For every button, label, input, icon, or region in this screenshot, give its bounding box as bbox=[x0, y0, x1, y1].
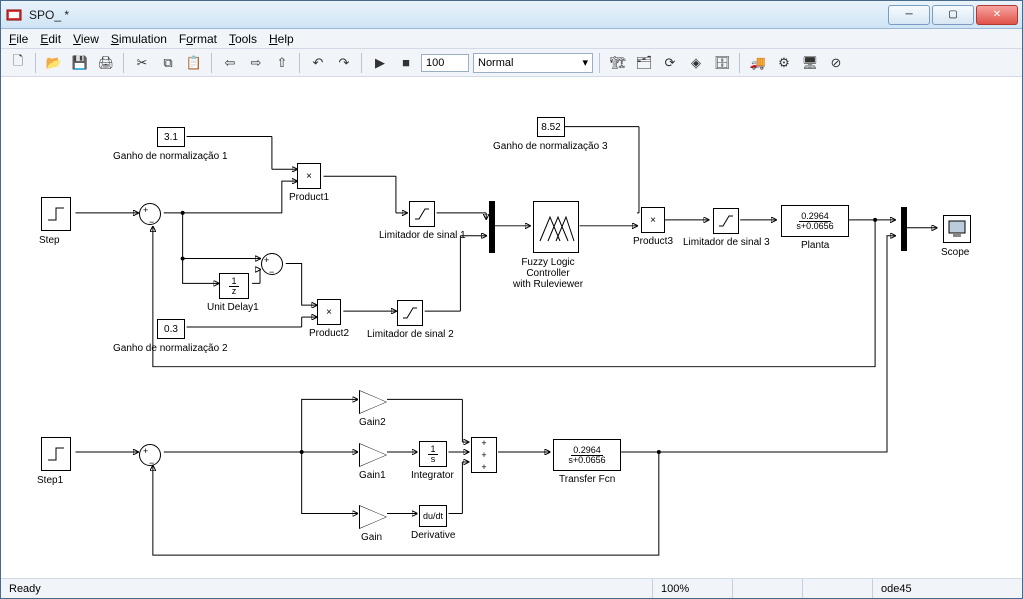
tf-block[interactable]: 0.2964s+0.0656 bbox=[553, 439, 621, 471]
model-icon[interactable]: ◈ bbox=[685, 52, 707, 74]
gn3-label: Ganho de normalização 3 bbox=[493, 141, 608, 152]
status-solver: ode45 bbox=[872, 579, 1022, 598]
integrator-block[interactable]: 1s bbox=[419, 441, 447, 467]
lim1-block[interactable] bbox=[409, 201, 435, 227]
status-empty2 bbox=[802, 579, 872, 598]
menu-edit[interactable]: Edit bbox=[40, 32, 61, 46]
mux1-block[interactable] bbox=[489, 201, 495, 253]
integrator-label: Integrator bbox=[411, 470, 454, 481]
cut-icon[interactable]: ✂ bbox=[131, 52, 153, 74]
product2-block[interactable]: × bbox=[317, 299, 341, 325]
gn1-label: Ganho de normalização 1 bbox=[113, 151, 228, 162]
product2-label: Product2 bbox=[309, 328, 349, 339]
app-window: SPO_ * ─ ▢ ✕ File Edit View Simulation F… bbox=[0, 0, 1023, 599]
product1-block[interactable]: × bbox=[297, 163, 321, 189]
simulation-mode-value: Normal bbox=[478, 57, 513, 69]
tf-label: Transfer Fcn bbox=[559, 474, 615, 485]
step1-block[interactable] bbox=[41, 437, 71, 471]
menu-simulation[interactable]: Simulation bbox=[111, 32, 167, 46]
mux2-block[interactable] bbox=[901, 207, 907, 251]
product3-block[interactable]: × bbox=[641, 207, 665, 233]
app-icon bbox=[5, 6, 23, 24]
gn2-const[interactable]: 0.3 bbox=[157, 319, 185, 339]
menu-tools[interactable]: Tools bbox=[229, 32, 257, 46]
sumpid-block[interactable]: +++ bbox=[471, 437, 497, 473]
lim3-block[interactable] bbox=[713, 208, 739, 234]
chevron-down-icon: ▾ bbox=[582, 56, 588, 69]
lim2-label: Limitador de sinal 2 bbox=[367, 329, 454, 340]
step1-label: Step1 bbox=[37, 475, 63, 486]
play-icon[interactable]: ▶ bbox=[369, 52, 391, 74]
forward-icon[interactable]: ⇨ bbox=[245, 52, 267, 74]
refresh-icon[interactable]: ⟳ bbox=[659, 52, 681, 74]
derivative-block[interactable]: du/dt bbox=[419, 505, 447, 527]
menu-format[interactable]: Format bbox=[179, 32, 217, 46]
build-icon[interactable]: 🏗 bbox=[607, 52, 629, 74]
lim2-block[interactable] bbox=[397, 300, 423, 326]
gain-label: Gain bbox=[361, 532, 382, 543]
stop-icon[interactable]: ■ bbox=[395, 52, 417, 74]
titlebar: SPO_ * ─ ▢ ✕ bbox=[1, 1, 1022, 29]
planta-block[interactable]: 0.2964s+0.0656 bbox=[781, 205, 849, 237]
save-icon[interactable]: 💾 bbox=[69, 52, 91, 74]
step-block[interactable] bbox=[41, 197, 71, 231]
gain2-label: Gain2 bbox=[359, 417, 386, 428]
product1-label: Product1 bbox=[289, 192, 329, 203]
step-label: Step bbox=[39, 235, 60, 246]
config-icon[interactable]: ⚙ bbox=[773, 52, 795, 74]
print-icon[interactable]: 🖨 bbox=[95, 52, 117, 74]
derivative-label: Derivative bbox=[411, 530, 455, 541]
gn1-const[interactable]: 3.1 bbox=[157, 127, 185, 147]
gain1-block[interactable]: 0.6 bbox=[359, 443, 387, 467]
fuzzy-label: Fuzzy Logic Controller with Ruleviewer bbox=[513, 257, 583, 290]
new-icon[interactable]: 🗋 bbox=[7, 52, 29, 74]
gain1-label: Gain1 bbox=[359, 470, 386, 481]
library-icon[interactable]: 🗂 bbox=[633, 52, 655, 74]
toolbar: 🗋 📂 💾 🖨 ✂ ⧉ 📋 ⇦ ⇨ ⇧ ↶ ↷ ▶ ■ 100 Normal ▾… bbox=[1, 49, 1022, 77]
model-canvas[interactable]: Step + − 3.1 Ganho de normalização 1 × P… bbox=[1, 77, 1022, 578]
lim1-label: Limitador de sinal 1 bbox=[379, 230, 466, 241]
scope-block[interactable] bbox=[943, 215, 971, 243]
menu-help[interactable]: Help bbox=[269, 32, 294, 46]
fuzzy-block[interactable] bbox=[533, 201, 579, 253]
stop-time-field[interactable]: 100 bbox=[421, 54, 469, 72]
statusbar: Ready 100% ode45 bbox=[1, 578, 1022, 598]
status-ready: Ready bbox=[1, 583, 652, 595]
gn2-label: Ganho de normalização 2 bbox=[113, 343, 228, 354]
close-button[interactable]: ✕ bbox=[976, 5, 1018, 25]
gain2-block[interactable]: 0.5 bbox=[359, 390, 387, 414]
copy-icon[interactable]: ⧉ bbox=[157, 52, 179, 74]
redo-icon[interactable]: ↷ bbox=[333, 52, 355, 74]
planta-label: Planta bbox=[801, 240, 829, 251]
explorer-icon[interactable]: 🗄 bbox=[711, 52, 733, 74]
maximize-button[interactable]: ▢ bbox=[932, 5, 974, 25]
minimize-button[interactable]: ─ bbox=[888, 5, 930, 25]
lim3-label: Limitador de sinal 3 bbox=[683, 237, 770, 248]
display-icon[interactable]: 🖥 bbox=[799, 52, 821, 74]
product3-label: Product3 bbox=[633, 236, 673, 247]
window-buttons: ─ ▢ ✕ bbox=[888, 5, 1018, 25]
status-zoom: 100% bbox=[652, 579, 732, 598]
menu-view[interactable]: View bbox=[73, 32, 99, 46]
gn3-const[interactable]: 8.52 bbox=[537, 117, 565, 137]
status-empty1 bbox=[732, 579, 802, 598]
unit-delay-block[interactable]: 1z bbox=[219, 273, 249, 299]
paste-icon[interactable]: 📋 bbox=[183, 52, 205, 74]
unit-delay-label: Unit Delay1 bbox=[207, 302, 259, 313]
window-title: SPO_ * bbox=[29, 8, 888, 22]
back-icon[interactable]: ⇦ bbox=[219, 52, 241, 74]
open-icon[interactable]: 📂 bbox=[43, 52, 65, 74]
scope-label: Scope bbox=[941, 247, 969, 258]
undo-icon[interactable]: ↶ bbox=[307, 52, 329, 74]
menubar: File Edit View Simulation Format Tools H… bbox=[1, 29, 1022, 49]
truck-icon[interactable]: 🚚 bbox=[747, 52, 769, 74]
simulation-mode-select[interactable]: Normal ▾ bbox=[473, 53, 593, 73]
menu-file[interactable]: File bbox=[9, 32, 28, 46]
target-icon[interactable]: ⊘ bbox=[825, 52, 847, 74]
gain-block[interactable]: 1 bbox=[359, 505, 387, 529]
up-icon[interactable]: ⇧ bbox=[271, 52, 293, 74]
